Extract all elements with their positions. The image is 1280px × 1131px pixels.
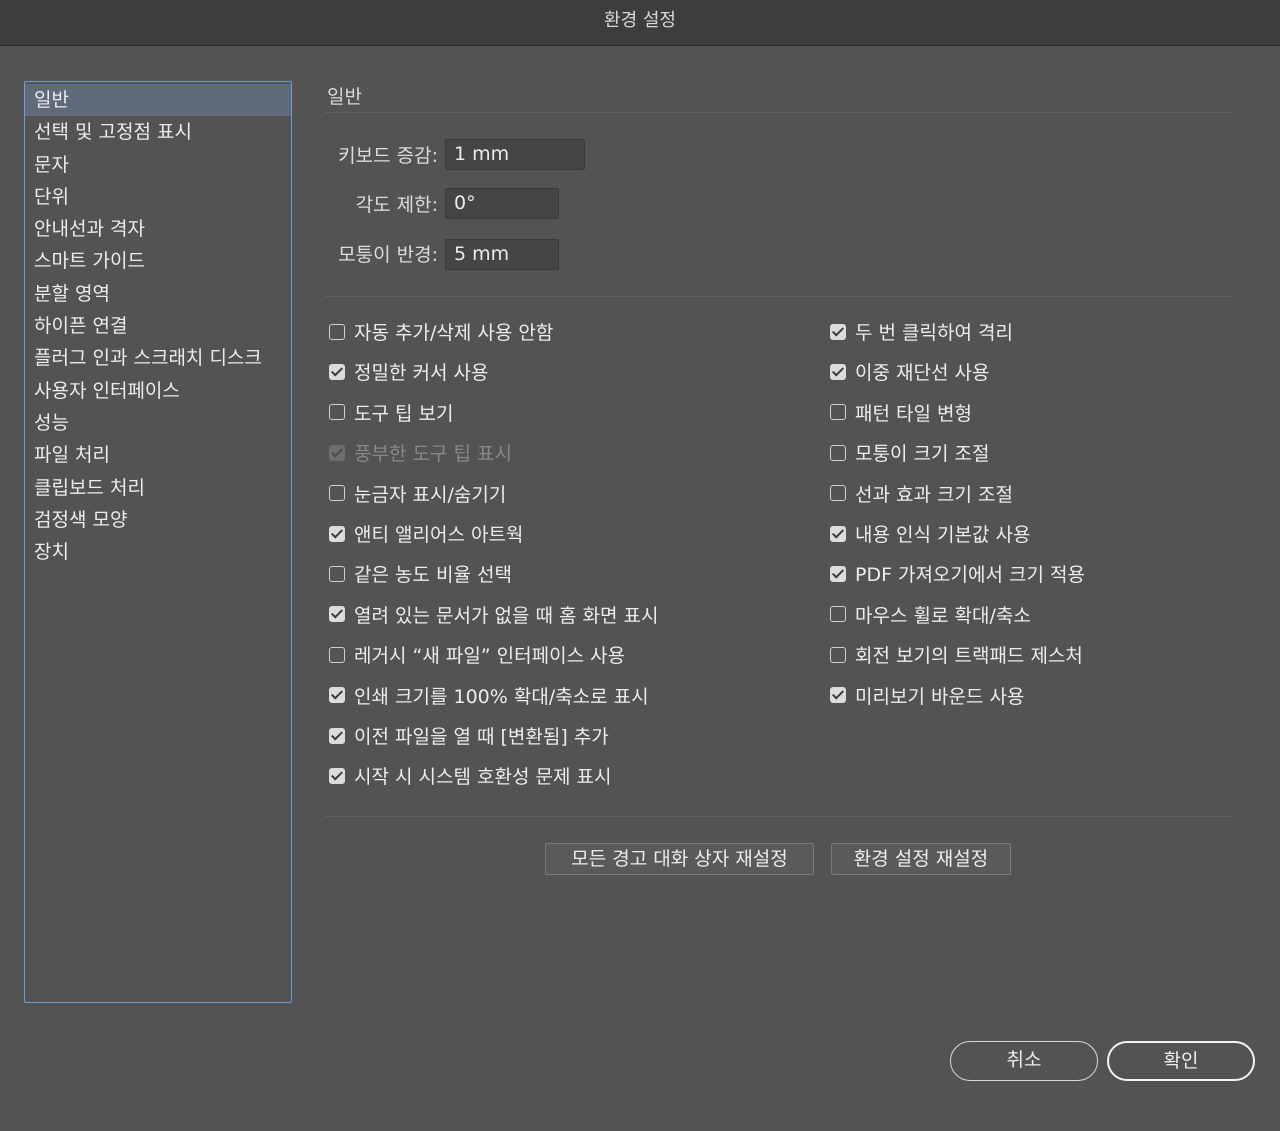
- option-label: 인쇄 크기를 100% 확대/축소로 표시: [354, 685, 649, 708]
- option-label: 시작 시 시스템 호환성 문제 표시: [354, 766, 612, 789]
- keyboard-increment-input[interactable]: 1 mm: [445, 139, 585, 170]
- checkbox[interactable]: [329, 525, 345, 542]
- sidebar-item[interactable]: 하이픈 연결: [25, 310, 291, 342]
- option-label: 눈금자 표시/숨기기: [354, 483, 507, 506]
- option-label: 같은 농도 비율 선택: [354, 564, 512, 587]
- checkbox[interactable]: [329, 646, 345, 663]
- sidebar-item[interactable]: 사용자 인터페이스: [25, 375, 291, 407]
- option-row[interactable]: 모퉁이 크기 조절: [830, 441, 989, 467]
- option-row: 풍부한 도구 팁 표시: [329, 441, 512, 467]
- option-row[interactable]: 도구 팁 보기: [329, 401, 453, 427]
- cancel-button[interactable]: 취소: [950, 1041, 1098, 1081]
- option-row[interactable]: 내용 인식 기본값 사용: [830, 522, 1030, 548]
- option-label: 회전 보기의 트랙패드 제스처: [855, 645, 1083, 668]
- option-label: 마우스 휠로 확대/축소: [855, 604, 1031, 627]
- checkbox[interactable]: [830, 687, 846, 704]
- checkbox[interactable]: [830, 525, 846, 542]
- option-row[interactable]: 시작 시 시스템 호환성 문제 표시: [329, 764, 611, 790]
- option-label: 열려 있는 문서가 없을 때 홈 화면 표시: [354, 604, 659, 627]
- checkbox[interactable]: [830, 565, 846, 582]
- sidebar-item[interactable]: 성능: [25, 407, 291, 439]
- sidebar-item[interactable]: 장치: [25, 536, 291, 568]
- option-label: 두 번 클릭하여 격리: [855, 322, 1013, 344]
- sidebar-item[interactable]: 플러그 인과 스크래치 디스크: [25, 342, 291, 374]
- option-row[interactable]: 미리보기 바운드 사용: [830, 684, 1024, 710]
- keyboard-increment-label: 키보드 증감:: [338, 145, 438, 167]
- option-label: PDF 가져오기에서 크기 적용: [855, 564, 1085, 587]
- option-row[interactable]: 이중 재단선 사용: [830, 360, 989, 386]
- checkbox[interactable]: [329, 363, 345, 380]
- checkbox[interactable]: [329, 606, 345, 623]
- checkbox[interactable]: [830, 485, 846, 502]
- sidebar-item[interactable]: 검정색 모양: [25, 504, 291, 536]
- window-title: 환경 설정: [0, 0, 1280, 46]
- options-divider: [325, 816, 1231, 817]
- option-row[interactable]: 자동 추가/삭제 사용 안함: [329, 320, 553, 346]
- option-label: 정밀한 커서 사용: [354, 362, 489, 385]
- option-row[interactable]: PDF 가져오기에서 크기 적용: [830, 562, 1085, 588]
- checkbox[interactable]: [329, 404, 345, 421]
- checkbox[interactable]: [329, 687, 345, 704]
- checkbox[interactable]: [830, 444, 846, 461]
- sidebar-item[interactable]: 파일 처리: [25, 439, 291, 471]
- option-row[interactable]: 인쇄 크기를 100% 확대/축소로 표시: [329, 684, 649, 710]
- option-row[interactable]: 눈금자 표시/숨기기: [329, 482, 506, 508]
- fields-divider: [325, 296, 1231, 297]
- checkbox[interactable]: [830, 606, 846, 623]
- option-label: 풍부한 도구 팁 표시: [354, 443, 512, 466]
- option-row[interactable]: 회전 보기의 트랙패드 제스처: [830, 643, 1083, 669]
- sidebar-item[interactable]: 일반: [25, 84, 291, 117]
- option-row[interactable]: 정밀한 커서 사용: [329, 360, 488, 386]
- option-label: 레거시 “새 파일” 인터페이스 사용: [354, 645, 626, 668]
- option-label: 이중 재단선 사용: [855, 362, 990, 385]
- option-label: 앤티 앨리어스 아트웍: [354, 524, 524, 546]
- checkbox[interactable]: [329, 565, 345, 582]
- checkbox[interactable]: [329, 767, 345, 784]
- option-row[interactable]: 레거시 “새 파일” 인터페이스 사용: [329, 643, 625, 669]
- option-label: 이전 파일을 열 때 [변환됨] 추가: [354, 726, 609, 748]
- option-row[interactable]: 이전 파일을 열 때 [변환됨] 추가: [329, 724, 609, 750]
- sidebar-item[interactable]: 선택 및 고정점 표시: [25, 116, 291, 148]
- option-row[interactable]: 선과 효과 크기 조절: [830, 482, 1013, 508]
- reset-all-warnings-button[interactable]: 모든 경고 대화 상자 재설정: [545, 843, 814, 875]
- ok-button[interactable]: 확인: [1107, 1041, 1255, 1081]
- reset-preferences-button[interactable]: 환경 설정 재설정: [831, 843, 1011, 875]
- checkbox[interactable]: [830, 646, 846, 663]
- option-label: 모퉁이 크기 조절: [855, 443, 990, 466]
- checkbox[interactable]: [830, 404, 846, 421]
- option-label: 패턴 타일 변형: [855, 402, 972, 425]
- option-row[interactable]: 열려 있는 문서가 없을 때 홈 화면 표시: [329, 603, 658, 629]
- section-divider: [325, 112, 1231, 113]
- option-label: 자동 추가/삭제 사용 안함: [354, 322, 554, 344]
- checkbox: [329, 444, 345, 461]
- option-label: 선과 효과 크기 조절: [855, 483, 1013, 506]
- option-row[interactable]: 마우스 휠로 확대/축소: [830, 603, 1031, 629]
- checkbox[interactable]: [329, 727, 345, 744]
- constrain-angle-input[interactable]: 0°: [445, 188, 559, 219]
- section-title: 일반: [327, 86, 362, 108]
- corner-radius-label: 모퉁이 반경:: [338, 244, 438, 266]
- checkbox[interactable]: [329, 485, 345, 502]
- sidebar-item[interactable]: 단위: [25, 181, 291, 213]
- checkbox[interactable]: [830, 323, 846, 340]
- option-row[interactable]: 같은 농도 비율 선택: [329, 562, 512, 588]
- option-label: 내용 인식 기본값 사용: [855, 524, 1031, 546]
- checkbox[interactable]: [830, 363, 846, 380]
- sidebar-item[interactable]: 안내선과 격자: [25, 213, 291, 245]
- option-label: 미리보기 바운드 사용: [855, 685, 1025, 708]
- option-row[interactable]: 앤티 앨리어스 아트웍: [329, 522, 523, 548]
- sidebar-item[interactable]: 분할 영역: [25, 278, 291, 310]
- corner-radius-input[interactable]: 5 mm: [445, 239, 559, 270]
- constrain-angle-label: 각도 제한:: [355, 194, 438, 216]
- sidebar-item[interactable]: 클립보드 처리: [25, 472, 291, 504]
- sidebar-item[interactable]: 스마트 가이드: [25, 245, 291, 277]
- option-label: 도구 팁 보기: [354, 402, 454, 425]
- checkbox[interactable]: [329, 323, 345, 340]
- option-row[interactable]: 두 번 클릭하여 격리: [830, 320, 1013, 346]
- category-list[interactable]: 일반 선택 및 고정점 표시 문자 단위 안내선과 격자 스마트 가이드 분할 영역 하이픈 …: [24, 81, 292, 1003]
- sidebar-item[interactable]: 문자: [25, 149, 291, 181]
- option-row[interactable]: 패턴 타일 변형: [830, 401, 972, 427]
